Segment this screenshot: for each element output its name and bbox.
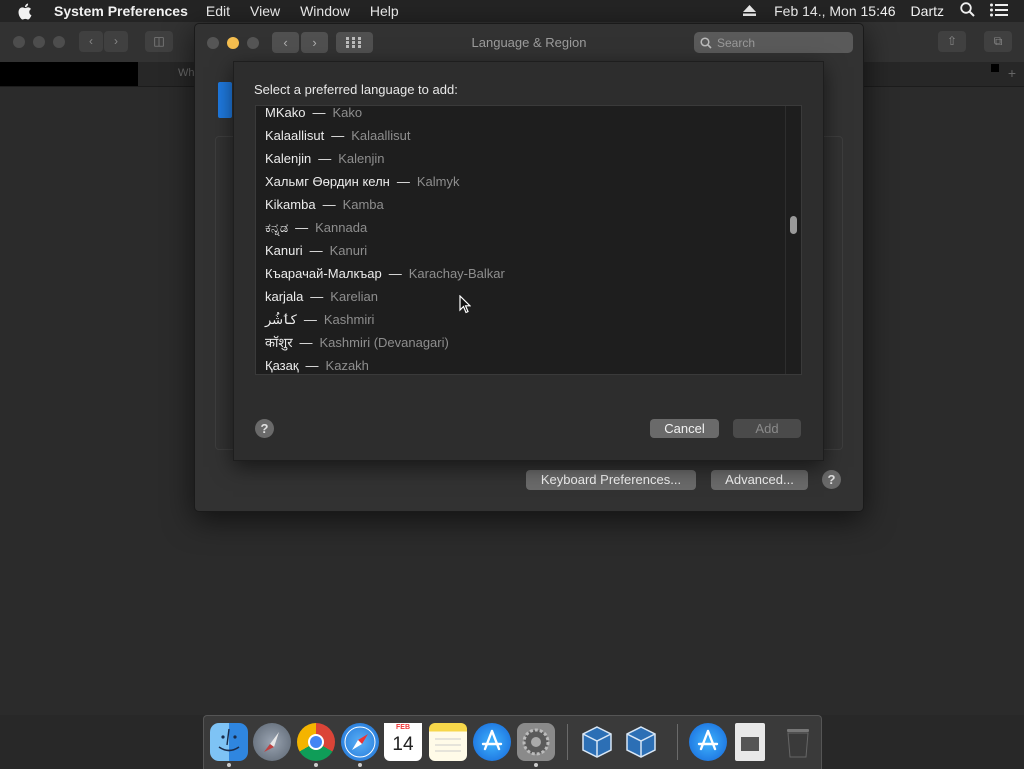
bg-sidebar-icon[interactable]: ◫	[145, 31, 173, 52]
calendar-icon[interactable]: FEB 14	[384, 723, 422, 761]
dock-separator	[677, 724, 678, 760]
clock[interactable]: Feb 14., Mon 15:46	[774, 3, 895, 19]
virtualbox-icon[interactable]	[578, 723, 616, 761]
bg-minimize-button[interactable]	[33, 36, 45, 48]
list-item[interactable]: MKako — Kako	[256, 106, 786, 124]
list-item[interactable]: karjala — Karelian	[256, 285, 786, 308]
apple-menu-icon[interactable]	[17, 3, 39, 20]
system-preferences-icon[interactable]	[517, 723, 555, 761]
downloads-app-store-icon[interactable]	[689, 723, 727, 761]
sheet-help-icon[interactable]: ?	[255, 419, 274, 438]
bg-zoom-button[interactable]	[53, 36, 65, 48]
safari-running-dot	[358, 763, 362, 767]
list-item[interactable]: Kalaallisut — Kalaallisut	[256, 124, 786, 147]
list-item[interactable]: کٲشُر — Kashmiri	[256, 308, 786, 331]
virtualbox-vm-icon[interactable]	[622, 723, 660, 761]
bg-share-icon[interactable]: ⇧	[938, 31, 966, 52]
bg-tab-indicator	[991, 64, 999, 72]
notes-icon[interactable]	[429, 723, 467, 761]
bg-forward-button[interactable]: ›	[104, 31, 128, 52]
add-button[interactable]: Add	[733, 419, 801, 438]
add-language-sheet: Select a preferred language to add: MKak…	[233, 61, 824, 461]
language-rows: MKako — Kako Kalaallisut — Kalaallisut Kalen…	[256, 106, 786, 374]
menu-bar: System Preferences Edit View Window Help…	[0, 0, 1024, 22]
notification-center-icon[interactable]	[990, 3, 1008, 20]
calendar-day: 14	[392, 734, 414, 755]
sheet-heading: Select a preferred language to add:	[254, 82, 458, 97]
trash-icon[interactable]	[779, 723, 817, 761]
bg-close-button[interactable]	[13, 36, 25, 48]
list-item[interactable]: Kalenjin — Kalenjin	[256, 147, 786, 170]
menu-view[interactable]: View	[250, 3, 280, 19]
list-item[interactable]: Хальмг Өөрдин келн — Kalmyk	[256, 170, 786, 193]
list-item[interactable]: Kanuri — Kanuri	[256, 239, 786, 262]
search-icon	[700, 36, 712, 49]
finder-running-dot	[227, 763, 231, 767]
list-item[interactable]: ಕನ್ನಡ — Kannada	[256, 216, 786, 239]
cancel-button[interactable]: Cancel	[650, 419, 719, 438]
mouse-cursor-icon	[459, 295, 471, 314]
advanced-button[interactable]: Advanced...	[711, 470, 808, 490]
list-item[interactable]: Къарачай-Малкъар — Karachay-Balkar	[256, 262, 786, 285]
bg-new-tab-icon[interactable]: +	[1008, 65, 1016, 81]
list-item[interactable]: Қазақ — Kazakh	[256, 354, 786, 374]
menu-edit[interactable]: Edit	[206, 3, 230, 19]
scrollbar-thumb[interactable]	[790, 216, 797, 234]
system-preferences-running-dot	[534, 763, 538, 767]
menu-window[interactable]: Window	[300, 3, 350, 19]
launchpad-icon[interactable]	[253, 723, 291, 761]
help-icon[interactable]: ?	[822, 470, 841, 489]
language-flag-icon	[218, 82, 232, 118]
menu-app-name[interactable]: System Preferences	[54, 3, 188, 19]
chrome-icon[interactable]	[297, 723, 335, 761]
search-field[interactable]: Search	[694, 32, 853, 53]
language-list[interactable]: MKako — Kako Kalaallisut — Kalaallisut Kalen…	[255, 105, 802, 375]
app-store-icon[interactable]	[473, 723, 511, 761]
document-icon[interactable]	[735, 723, 765, 761]
menu-help[interactable]: Help	[370, 3, 399, 19]
calendar-month: FEB	[384, 723, 422, 733]
keyboard-preferences-button[interactable]: Keyboard Preferences...	[526, 470, 696, 490]
bg-tab-label[interactable]: Wh	[178, 67, 195, 79]
window-titlebar: ‹ › Language & Region Search	[195, 24, 863, 62]
finder-icon[interactable]	[210, 723, 248, 761]
scrollbar[interactable]	[785, 106, 801, 374]
safari-icon[interactable]	[341, 723, 379, 761]
status-area: Feb 14., Mon 15:46 Dartz	[729, 0, 1024, 22]
dock-separator	[567, 724, 568, 760]
spotlight-search-icon[interactable]	[960, 2, 975, 20]
list-item[interactable]: Kikamba — Kamba	[256, 193, 786, 216]
eject-icon[interactable]	[743, 3, 757, 19]
dock: FEB 14	[203, 715, 822, 769]
chrome-running-dot	[314, 763, 318, 767]
bg-tabs-icon[interactable]: ⧉	[984, 31, 1012, 52]
list-item[interactable]: कॉशुर — Kashmiri (Devanagari)	[256, 331, 786, 354]
user-name[interactable]: Dartz	[911, 3, 944, 19]
search-placeholder: Search	[717, 35, 756, 50]
bg-active-tab[interactable]	[0, 62, 138, 86]
bg-back-button[interactable]: ‹	[79, 31, 103, 52]
